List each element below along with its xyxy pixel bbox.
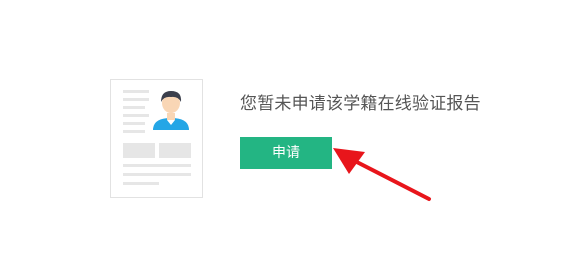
avatar-icon [153, 91, 189, 130]
resume-document-icon [110, 79, 203, 198]
not-applied-message: 您暂未申请该学籍在线验证报告 [240, 94, 481, 114]
apply-button[interactable]: 申请 [240, 137, 332, 169]
red-arrow-annotation [333, 148, 431, 201]
